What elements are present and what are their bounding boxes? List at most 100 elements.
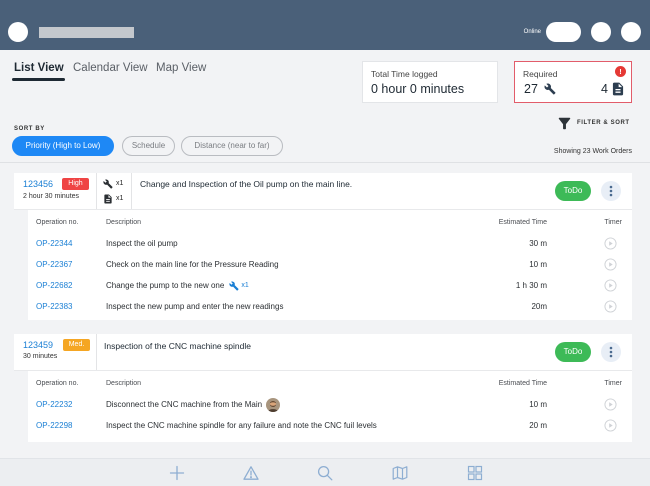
status-badge[interactable]: ToDo	[555, 342, 591, 362]
wrench-icon	[229, 280, 239, 291]
operation-description-text: Inspect the oil pump	[106, 239, 178, 248]
column-operation-no: Operation no.	[36, 380, 79, 387]
play-timer-icon[interactable]	[604, 237, 617, 250]
sort-priority-button[interactable]: Priority (High to Low)	[12, 136, 114, 156]
operation-row[interactable]: OP-22232 Disconnect the CNC machine from…	[28, 394, 632, 415]
operation-description-text: Disconnect the CNC machine from the Main	[106, 400, 263, 409]
operation-row[interactable]: OP-22344 Inspect the oil pump 30 m	[28, 233, 632, 254]
work-order-id-link[interactable]: 123456	[23, 178, 53, 190]
work-order-header[interactable]: 123456 High 2 hour 30 minutes x1 x1 Chan…	[14, 173, 632, 210]
work-order-id-link[interactable]: 123459	[23, 339, 53, 351]
operation-code-link[interactable]: OP-22232	[36, 394, 72, 415]
divider	[131, 173, 132, 209]
operation-description: Inspect the oil pump	[106, 233, 178, 254]
filter-sort-button[interactable]: FILTER & SORT	[558, 117, 634, 130]
operation-row[interactable]: OP-22383 Inspect the new pump and enter …	[28, 296, 632, 317]
operation-code-link[interactable]: OP-22344	[36, 233, 72, 254]
tab-list-view[interactable]: List View	[14, 61, 64, 75]
grid-icon[interactable]	[467, 465, 483, 481]
operation-estimated-time: 20 m	[529, 421, 547, 430]
column-description: Description	[106, 380, 142, 387]
operations-header: Operation no. Description Estimated Time…	[28, 217, 632, 228]
operation-estimated-time: 1 h 30 m	[515, 281, 547, 290]
operation-code-link[interactable]: OP-22383	[36, 296, 72, 317]
operation-row[interactable]: OP-22682 Change the pump to the new one …	[28, 275, 632, 296]
app-logo[interactable]	[8, 22, 28, 42]
bottom-navigation	[0, 458, 650, 486]
play-timer-icon[interactable]	[604, 279, 617, 292]
wrench-icon	[544, 83, 556, 95]
more-options-button[interactable]	[601, 181, 621, 201]
operations-panel: Operation no. Description Estimated Time…	[28, 371, 632, 442]
play-timer-icon[interactable]	[604, 258, 617, 271]
priority-badge: High	[62, 178, 89, 190]
status-badge[interactable]: ToDo	[555, 181, 591, 201]
divider	[0, 162, 650, 163]
play-timer-icon[interactable]	[604, 300, 617, 313]
work-order-header[interactable]: 123459 Med. 30 minutes Inspection of the…	[14, 334, 632, 371]
documents-count-label: x1	[116, 195, 124, 202]
operations-header: Operation no. Description Estimated Time…	[28, 378, 632, 389]
sort-distance-button[interactable]: Distance (near to far)	[181, 136, 283, 156]
top-bar: Online	[0, 0, 650, 50]
play-timer-icon[interactable]	[604, 398, 617, 411]
operation-row[interactable]: OP-22298 Inspect the CNC machine spindle…	[28, 415, 632, 436]
work-order-duration: 30 minutes	[23, 353, 58, 360]
operation-code-link[interactable]: OP-22682	[36, 275, 72, 296]
required-card[interactable]: Required ! 27 4	[514, 61, 632, 103]
operation-description: Inspect the CNC machine spindle for any …	[106, 415, 377, 436]
sort-schedule-button[interactable]: Schedule	[122, 136, 175, 156]
plus-icon[interactable]	[169, 465, 185, 481]
tab-calendar-view[interactable]: Calendar View	[73, 61, 148, 75]
operation-description-text: Inspect the CNC machine spindle for any …	[106, 421, 377, 430]
sort-by-label: SORT BY	[14, 126, 45, 132]
operation-row[interactable]: OP-22367 Check on the main line for the …	[28, 254, 632, 275]
operation-code-link[interactable]: OP-22367	[36, 254, 72, 275]
documents-count: x1	[103, 194, 123, 204]
required-label: Required	[523, 69, 558, 79]
operation-description: Disconnect the CNC machine from the Main	[106, 394, 281, 415]
tools-count-label: x1	[116, 180, 124, 187]
filter-sort-label: FILTER & SORT	[577, 120, 630, 126]
operation-estimated-time: 10 m	[529, 260, 547, 269]
search-icon[interactable]	[317, 465, 333, 481]
assignee-avatar[interactable]	[266, 397, 281, 412]
tab-map-view[interactable]: Map View	[156, 61, 206, 75]
online-toggle[interactable]	[546, 22, 581, 42]
more-options-button[interactable]	[601, 342, 621, 362]
work-order-duration: 2 hour 30 minutes	[23, 193, 80, 200]
more-vertical-icon	[609, 346, 613, 358]
profile-button[interactable]	[621, 22, 641, 42]
work-order-count: Showing 23 Work Orders	[553, 148, 632, 155]
tools-count: x1	[103, 179, 123, 189]
connection-status: Online	[523, 29, 541, 35]
title-placeholder	[39, 27, 134, 38]
operation-description: Check on the main line for the Pressure …	[106, 254, 279, 275]
operation-code-link[interactable]: OP-22298	[36, 415, 72, 436]
alert-icon: !	[615, 66, 626, 77]
document-icon	[612, 82, 624, 96]
operation-estimated-time: 20m	[531, 302, 547, 311]
column-estimated-time: Estimated Time	[498, 380, 547, 387]
notifications-button[interactable]	[591, 22, 611, 42]
operation-description-text: Change the pump to the new one	[106, 281, 225, 290]
column-estimated-time: Estimated Time	[498, 219, 547, 226]
operation-tool-count[interactable]: x1	[229, 275, 249, 296]
column-description: Description	[106, 219, 142, 226]
play-timer-icon[interactable]	[604, 419, 617, 432]
map-icon[interactable]	[392, 465, 408, 481]
operation-description: Inspect the new pump and enter the new r…	[106, 296, 283, 317]
column-timer: Timer	[604, 219, 622, 226]
column-operation-no: Operation no.	[36, 219, 79, 226]
wrench-icon	[103, 179, 113, 189]
warning-icon[interactable]	[243, 465, 259, 481]
operation-estimated-time: 30 m	[529, 239, 547, 248]
more-vertical-icon	[609, 185, 613, 197]
document-icon	[103, 194, 113, 204]
work-order-title: Inspection of the CNC machine spindle	[104, 341, 251, 351]
total-time-card: Total Time logged 0 hour 0 minutes	[362, 61, 498, 103]
active-tab-indicator	[12, 78, 65, 81]
required-tools-count: 27	[524, 82, 538, 96]
operation-description-text: Check on the main line for the Pressure …	[106, 260, 279, 269]
total-time-value: 0 hour 0 minutes	[371, 82, 465, 96]
